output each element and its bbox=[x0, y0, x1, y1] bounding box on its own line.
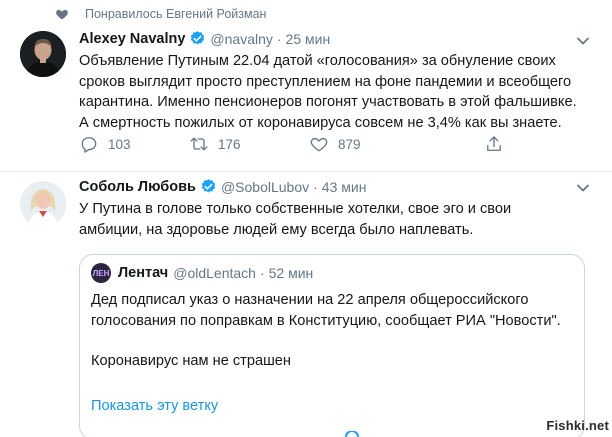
quoted-tweet-text: Дед подписал указ о назначении на 22 апр… bbox=[91, 290, 581, 372]
quoted-tweet-header: ЛЕН Лентач @oldLentach · 52 мин bbox=[91, 263, 313, 283]
quoted-timestamp: 52 мин bbox=[268, 265, 314, 281]
tweet-text-line: карантина. Именно пенсионеров погонят уч… bbox=[79, 94, 577, 110]
tweet-actions: 103 176 879 bbox=[79, 134, 519, 156]
chevron-down-icon[interactable] bbox=[576, 183, 590, 193]
tweet-text-line: У Путина в голове только собственные хот… bbox=[79, 201, 512, 217]
separator-dot: · bbox=[276, 30, 282, 47]
quoted-text-line: Дед подписал указ о назначении на 22 апр… bbox=[91, 292, 529, 308]
separator-dot: · bbox=[313, 178, 318, 195]
avatar[interactable] bbox=[20, 181, 66, 227]
tweet-text-line: амбиции, на здоровье людей ему всегда бы… bbox=[79, 221, 474, 238]
show-thread-link[interactable]: Показать эту ветку bbox=[91, 398, 218, 414]
tweet-text-line: Объявление Путиным 22.04 датой «голосова… bbox=[79, 53, 556, 69]
retweet-count: 176 bbox=[218, 136, 241, 152]
heart-icon bbox=[56, 9, 68, 20]
timestamp[interactable]: 25 мин bbox=[286, 31, 331, 47]
avatar[interactable] bbox=[20, 31, 66, 77]
tweet-text-line: А смертность пожилых от коронавируса сов… bbox=[79, 114, 562, 131]
loading-spinner-icon bbox=[345, 431, 359, 437]
author-handle[interactable]: @navalny bbox=[210, 31, 272, 47]
social-context-text: Понравилось Евгений Ройзман bbox=[85, 7, 267, 21]
chevron-down-icon[interactable] bbox=[576, 36, 590, 46]
avatar-image bbox=[20, 181, 66, 227]
verified-badge-icon bbox=[201, 179, 216, 193]
tweet-header: Alexey Navalny @navalny · 25 мин bbox=[79, 30, 330, 47]
tweet-navalny[interactable]: Понравилось Евгений Ройзман Alexey Naval… bbox=[0, 0, 612, 172]
quoted-text-line: голосования по поправкам в Конституцию, … bbox=[91, 312, 561, 329]
tweet-sobol[interactable]: Соболь Любовь @SobolLubov · 43 мин У Пут… bbox=[0, 172, 612, 437]
quoted-author-handle: @oldLentach bbox=[173, 265, 256, 281]
like-icon bbox=[310, 137, 328, 152]
tweet-text: Объявление Путиным 22.04 датой «голосова… bbox=[79, 51, 599, 133]
tweet-text-line: сроков выглядит просто преступлением на … bbox=[79, 73, 572, 90]
author-handle[interactable]: @SobolLubov bbox=[221, 179, 309, 195]
retweet-icon bbox=[190, 137, 208, 151]
separator-dot: · bbox=[259, 265, 265, 281]
reply-icon bbox=[81, 137, 97, 153]
quoted-avatar-logo: ЛЕН bbox=[92, 268, 110, 278]
author-name[interactable]: Alexey Navalny bbox=[79, 31, 185, 47]
reply-button[interactable]: 103 bbox=[79, 134, 131, 154]
share-icon bbox=[487, 136, 501, 151]
like-button[interactable]: 879 bbox=[309, 134, 361, 154]
quoted-author-name: Лентач bbox=[118, 265, 169, 281]
timestamp[interactable]: 43 мин bbox=[322, 179, 367, 195]
quoted-text-line: Коронавирус нам не страшен bbox=[91, 353, 291, 369]
retweet-button[interactable]: 176 bbox=[189, 134, 241, 154]
tweet-header: Соболь Любовь @SobolLubov · 43 мин bbox=[79, 178, 366, 195]
social-context: Понравилось Евгений Ройзман bbox=[55, 7, 266, 21]
reply-count: 103 bbox=[108, 136, 131, 152]
like-count: 879 bbox=[338, 136, 361, 152]
author-name[interactable]: Соболь Любовь bbox=[79, 179, 196, 195]
watermark: Fishki.net bbox=[546, 418, 609, 433]
tweet-text: У Путина в голове только собственные хот… bbox=[79, 199, 599, 240]
avatar-image bbox=[20, 31, 66, 77]
verified-badge-icon bbox=[191, 31, 205, 45]
share-button[interactable] bbox=[484, 134, 513, 154]
quoted-avatar: ЛЕН bbox=[91, 263, 111, 283]
quoted-tweet[interactable]: ЛЕН Лентач @oldLentach · 52 мин Дед подп… bbox=[79, 254, 585, 437]
